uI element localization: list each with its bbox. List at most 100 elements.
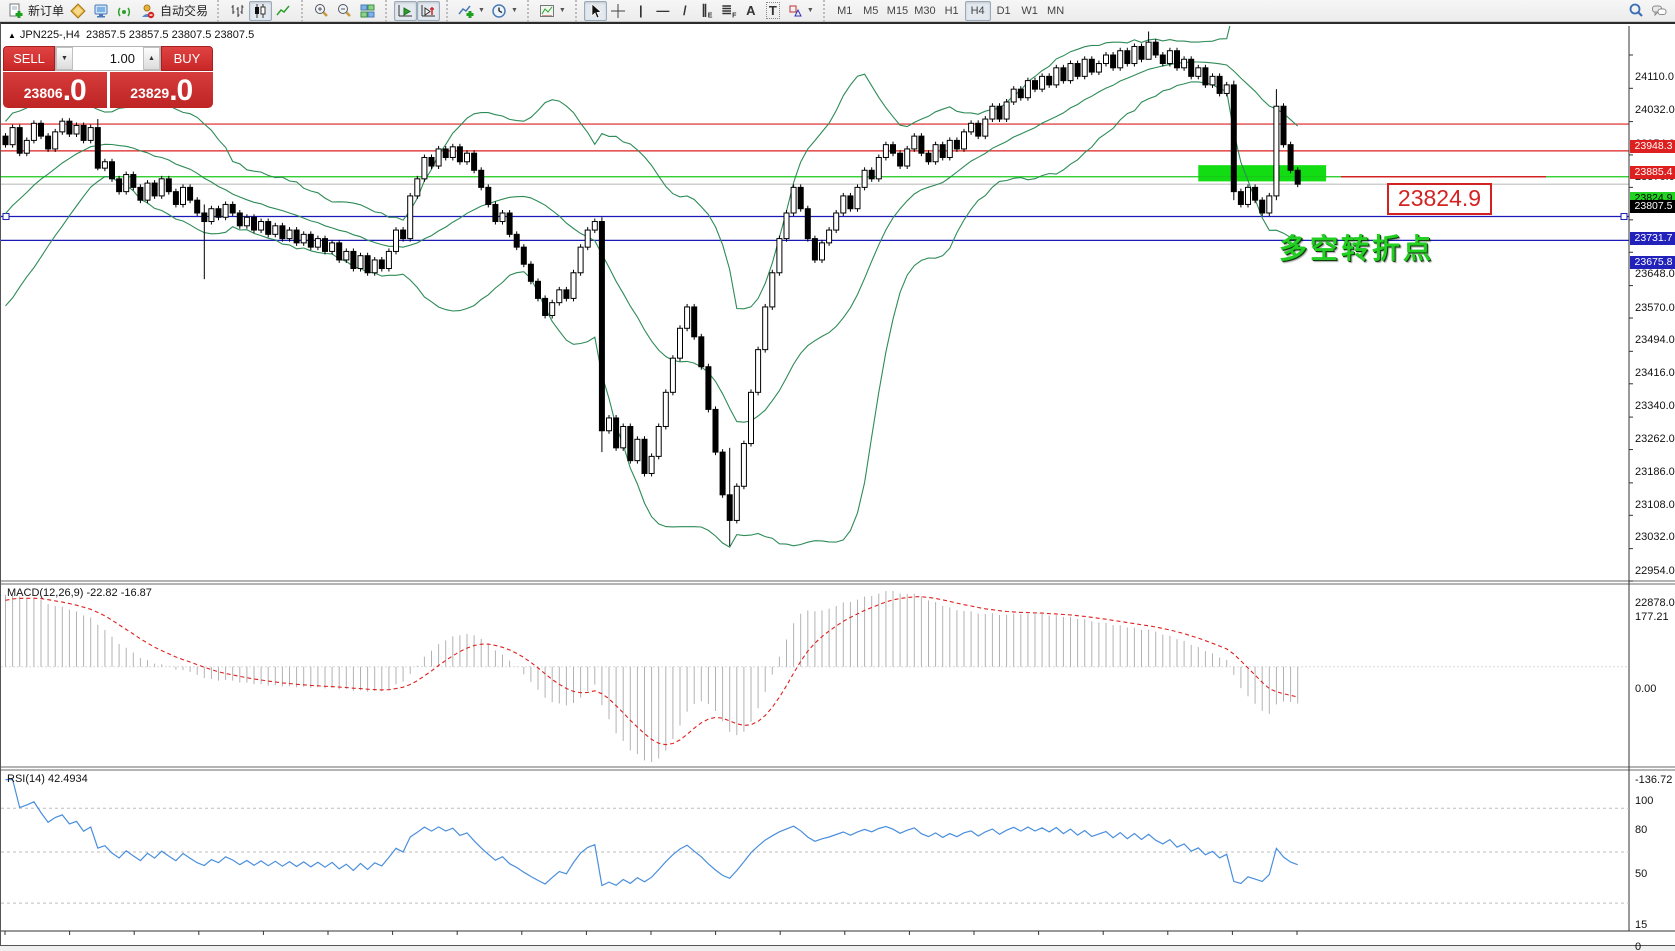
toolbar-group bbox=[217, 0, 295, 22]
rsi-indicator-label: RSI(14) 42.4934 bbox=[7, 773, 88, 785]
chat-button[interactable] bbox=[1648, 1, 1671, 21]
price-level-badge: 23948.3 bbox=[1630, 140, 1675, 153]
signals-icon bbox=[116, 3, 133, 19]
hline-icon: — bbox=[656, 3, 669, 18]
chart-shift-button[interactable] bbox=[417, 1, 440, 21]
macd-indicator-label: MACD(12,26,9) -22.82 -16.87 bbox=[7, 587, 152, 599]
tline-icon: / bbox=[683, 3, 687, 18]
toolbar-group bbox=[385, 0, 440, 22]
fibonacci-button[interactable]: ≣F bbox=[718, 1, 740, 21]
cursor-icon bbox=[587, 3, 604, 19]
turning-point-note[interactable]: 多空转折点 bbox=[1279, 227, 1434, 267]
vline-icon: | bbox=[639, 3, 643, 18]
indicator-scale-label: 177.21 bbox=[1635, 611, 1669, 623]
timeframe-m30-button[interactable]: M30 bbox=[911, 1, 938, 21]
new-order-icon bbox=[7, 3, 24, 19]
chart-header: ▲JPN225-,H4 23857.5 23857.5 23807.5 2380… bbox=[8, 29, 254, 41]
toolbar-group: ▼▼ bbox=[446, 0, 521, 22]
line-icon bbox=[275, 3, 292, 19]
shift-icon bbox=[420, 3, 437, 19]
autotrading-button[interactable]: 自动交易 bbox=[136, 1, 211, 21]
autotrade-icon bbox=[139, 3, 156, 19]
candles-icon bbox=[252, 3, 269, 19]
collapse-triangle-icon[interactable]: ▲ bbox=[8, 31, 16, 40]
line-chart-button[interactable] bbox=[272, 1, 295, 21]
hosting-icon bbox=[93, 3, 110, 19]
dropdown-caret-icon: ▼ bbox=[807, 7, 814, 14]
bar-chart-button[interactable] bbox=[226, 1, 249, 21]
horizontal-line-button[interactable]: — bbox=[652, 1, 674, 21]
indicators-icon bbox=[458, 3, 475, 19]
timeframe-mn-button[interactable]: MN bbox=[1043, 1, 1069, 21]
toolbar-group: | — / ∥E≣FAT ▼ bbox=[575, 0, 817, 22]
search-icon bbox=[1628, 3, 1645, 19]
zoom-out-icon bbox=[336, 3, 353, 19]
timeframe-m15-button[interactable]: M15 bbox=[884, 1, 911, 21]
mql-button[interactable] bbox=[67, 1, 90, 21]
timeframe-h1-button[interactable]: H1 bbox=[939, 1, 965, 21]
indicator-scale-label: 0 bbox=[1635, 941, 1641, 951]
new-order-label: 新订单 bbox=[28, 2, 64, 19]
price-tick-label: 23416.0 bbox=[1635, 367, 1675, 379]
signals-button[interactable] bbox=[113, 1, 136, 21]
price-tick-label: 23570.0 bbox=[1635, 302, 1675, 314]
price-tick-label: 23262.0 bbox=[1635, 433, 1675, 445]
price-level-badge: 23885.4 bbox=[1630, 166, 1675, 179]
toolbar-group bbox=[301, 0, 379, 22]
buy-price-big: .0 bbox=[169, 76, 192, 106]
cursor-button[interactable] bbox=[584, 1, 607, 21]
buy-price-main: 23829 bbox=[130, 80, 169, 106]
price-level-badge: 23675.8 bbox=[1630, 256, 1675, 269]
shapes-icon bbox=[787, 3, 804, 19]
timeframe-m1-button[interactable]: M1 bbox=[832, 1, 858, 21]
volume-increase-button[interactable]: ▲ bbox=[143, 47, 160, 70]
periods-button[interactable]: ▼ bbox=[488, 1, 521, 21]
auto-scroll-button[interactable] bbox=[394, 1, 417, 21]
volume-input[interactable] bbox=[73, 47, 143, 70]
chat-icon bbox=[1651, 3, 1668, 19]
arrows-button[interactable]: ▼ bbox=[784, 1, 817, 21]
autoscroll-icon bbox=[397, 3, 414, 19]
indicator-scale-label: 0.00 bbox=[1635, 683, 1656, 695]
price-tick-label: 22954.0 bbox=[1635, 565, 1675, 577]
chart-canvas[interactable] bbox=[1, 24, 1675, 948]
virtual-hosting-button[interactable] bbox=[90, 1, 113, 21]
toolbar-group: ▼ bbox=[527, 0, 569, 22]
dropdown-caret-icon: ▼ bbox=[478, 7, 485, 14]
buy-price[interactable]: 23829.0 bbox=[110, 72, 214, 108]
timeframe-h4-button[interactable]: H4 bbox=[965, 1, 991, 21]
search-button[interactable] bbox=[1625, 1, 1648, 21]
sell-button[interactable]: SELL bbox=[3, 46, 55, 71]
volume-decrease-button[interactable]: ▼ bbox=[56, 47, 73, 70]
vertical-line-button[interactable]: | bbox=[630, 1, 652, 21]
new-order-button[interactable]: 新订单 bbox=[4, 1, 67, 21]
buy-button[interactable]: BUY bbox=[161, 46, 213, 71]
text-label-button[interactable]: T bbox=[762, 1, 784, 21]
sell-price-big: .0 bbox=[63, 76, 86, 106]
crosshair-button[interactable] bbox=[607, 1, 630, 21]
trendline-button[interactable]: / bbox=[674, 1, 696, 21]
price-callout-label[interactable]: 23824.9 bbox=[1387, 183, 1492, 215]
candlestick-chart-button[interactable] bbox=[249, 1, 272, 21]
autotrade-label: 自动交易 bbox=[160, 2, 208, 19]
timeframe-w1-button[interactable]: W1 bbox=[1017, 1, 1043, 21]
text-button[interactable]: A bbox=[740, 1, 762, 21]
indicator-scale-label: 15 bbox=[1635, 919, 1647, 931]
zoom-out-button[interactable] bbox=[333, 1, 356, 21]
price-tick-label: 23032.0 bbox=[1635, 531, 1675, 543]
indicators-button[interactable]: ▼ bbox=[455, 1, 488, 21]
tile-windows-button[interactable] bbox=[356, 1, 379, 21]
toolbar-group: 新订单 自动交易 bbox=[4, 0, 211, 22]
timeframe-d1-button[interactable]: D1 bbox=[991, 1, 1017, 21]
equidistant-channel-button[interactable]: ∥E bbox=[696, 1, 718, 21]
chart-window[interactable]: ▲JPN225-,H4 23857.5 23857.5 23807.5 2380… bbox=[0, 22, 1675, 946]
mql-icon bbox=[70, 3, 87, 19]
sell-price[interactable]: 23806.0 bbox=[3, 72, 107, 108]
bars-icon bbox=[229, 3, 246, 19]
templates-button[interactable]: ▼ bbox=[536, 1, 569, 21]
tile-icon bbox=[359, 3, 376, 19]
timeframe-m5-button[interactable]: M5 bbox=[858, 1, 884, 21]
dropdown-caret-icon: ▼ bbox=[511, 7, 518, 14]
zoom-in-button[interactable] bbox=[310, 1, 333, 21]
dropdown-caret-icon: ▼ bbox=[559, 7, 566, 14]
